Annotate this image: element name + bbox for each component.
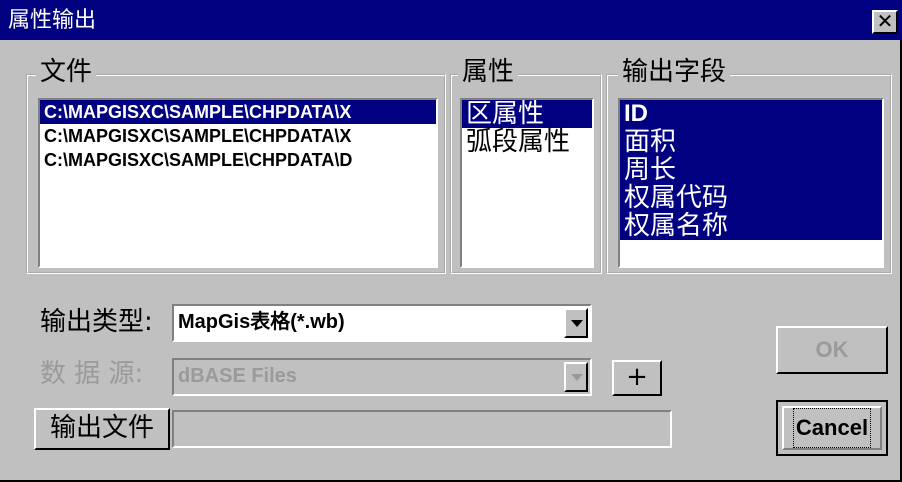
field-list-item[interactable]: 周长: [620, 156, 882, 184]
field-list-item[interactable]: ID: [620, 100, 882, 128]
title-bar[interactable]: 属性输出 ✕: [0, 0, 902, 40]
attribute-list-item[interactable]: 弧段属性: [462, 128, 592, 156]
cancel-button-bevel: Cancel: [782, 406, 882, 450]
files-listbox[interactable]: C:\MAPGISXC\SAMPLE\CHPDATA\X C:\MAPGISXC…: [38, 98, 438, 268]
cancel-button-label: Cancel: [792, 408, 872, 448]
attribute-output-dialog: 属性输出 ✕ 文件 C:\MAPGISXC\SAMPLE\CHPDATA\X C…: [0, 0, 902, 482]
output-fields-group-label: 输出字段: [618, 56, 731, 88]
chevron-down-icon[interactable]: [564, 362, 588, 392]
attribute-list-item[interactable]: 区属性: [462, 100, 592, 128]
file-list-item[interactable]: C:\MAPGISXC\SAMPLE\CHPDATA\D: [40, 148, 436, 172]
chevron-down-icon[interactable]: [564, 308, 588, 338]
ok-button-label: OK: [815, 337, 849, 362]
plus-icon: +: [626, 362, 648, 392]
output-file-button-label: 输出文件: [49, 413, 154, 443]
close-button[interactable]: ✕: [872, 10, 898, 34]
output-type-value: MapGis表格(*.wb): [178, 311, 345, 333]
close-icon: ✕: [876, 9, 894, 33]
file-list-item[interactable]: C:\MAPGISXC\SAMPLE\CHPDATA\X: [40, 100, 436, 124]
files-group: 文件 C:\MAPGISXC\SAMPLE\CHPDATA\X C:\MAPGI…: [26, 56, 446, 274]
field-list-item[interactable]: 面积: [620, 128, 882, 156]
cancel-button[interactable]: Cancel: [776, 400, 888, 456]
output-fields-listbox[interactable]: ID 面积 周长 权属代码 权属名称: [618, 98, 884, 268]
output-fields-group: 输出字段 ID 面积 周长 权属代码 权属名称: [606, 56, 892, 274]
field-list-item[interactable]: 权属代码: [620, 184, 882, 212]
output-type-select[interactable]: MapGis表格(*.wb): [172, 304, 592, 342]
field-list-item[interactable]: 权属名称: [620, 212, 882, 240]
output-file-button[interactable]: 输出文件: [34, 408, 170, 450]
data-source-label: 数 据 源:: [40, 359, 144, 389]
window-title: 属性输出: [8, 8, 97, 33]
data-source-value: dBASE Files: [178, 365, 297, 387]
files-group-label: 文件: [36, 56, 97, 88]
output-type-label: 输出类型:: [40, 307, 153, 337]
file-list-item[interactable]: C:\MAPGISXC\SAMPLE\CHPDATA\X: [40, 124, 436, 148]
attribute-group-label: 属性: [458, 56, 519, 88]
attribute-group: 属性 区属性 弧段属性: [450, 56, 602, 274]
ok-button[interactable]: OK: [776, 326, 888, 374]
add-data-source-button[interactable]: +: [612, 360, 662, 396]
data-source-select[interactable]: dBASE Files: [172, 358, 592, 396]
attribute-listbox[interactable]: 区属性 弧段属性: [460, 98, 594, 268]
output-file-field[interactable]: [172, 410, 672, 448]
